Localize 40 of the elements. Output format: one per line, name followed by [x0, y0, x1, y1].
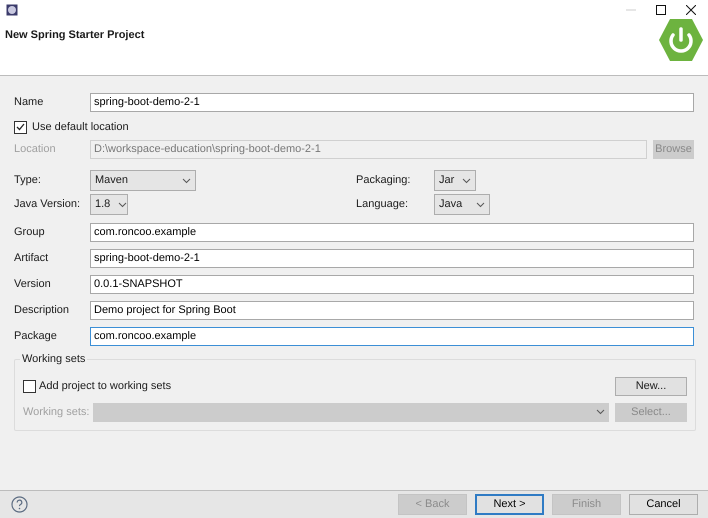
power-logo-icon [658, 18, 704, 62]
dropdown[interactable]: Maven [90, 170, 196, 191]
maximize-icon[interactable] [656, 5, 666, 15]
field-label: Group [14, 224, 46, 240]
dropdown-caret-icon [462, 178, 472, 184]
text-field[interactable]: spring-boot-demo-2-1 [90, 92, 694, 112]
text-field[interactable]: 0.0.1-SNAPSHOT [90, 274, 694, 294]
checkbox-label: Add project to working sets [39, 378, 172, 394]
checkbox-label: Use default location [32, 120, 129, 135]
text-field[interactable]: com.roncoo.example [90, 326, 694, 346]
close-icon[interactable] [686, 5, 696, 15]
dropdown[interactable]: 1.8 [90, 194, 128, 215]
group-title: Working sets [20, 351, 88, 368]
dropdown-caret-icon [596, 409, 605, 415]
text-field[interactable]: spring-boot-demo-2-1 [90, 248, 694, 268]
dropdown[interactable]: Jar [434, 170, 476, 191]
field-label: Name [14, 94, 44, 110]
field-label: Artifact [14, 250, 50, 266]
window-title: New Spring Starter Project [4, 28, 144, 43]
field-label: Language: [356, 197, 409, 212]
field-label: Type: [14, 173, 42, 188]
dropdown-caret-icon [182, 178, 191, 184]
dialog-button[interactable]: Cancel [629, 494, 698, 515]
text-field[interactable]: com.roncoo.example [90, 222, 694, 242]
field-label: Packaging: [356, 173, 412, 188]
dropdown[interactable]: Java [434, 194, 490, 215]
field-label: Location [14, 142, 57, 157]
field-label: Package [14, 328, 58, 344]
dialog-button[interactable]: Next > [475, 494, 544, 515]
text-field[interactable]: Demo project for Spring Boot [90, 300, 694, 320]
field-label: Description [14, 302, 70, 318]
field-label: Working sets: [23, 404, 90, 420]
checkbox[interactable] [14, 120, 27, 134]
field-label: Java Version: [14, 197, 82, 212]
dropdown-caret-icon [476, 202, 485, 208]
help-icon[interactable] [11, 496, 28, 513]
dropdown-caret-icon [118, 202, 128, 208]
app-icon [6, 4, 18, 16]
field-label: Version [14, 276, 52, 292]
checkmark-icon [16, 123, 25, 131]
